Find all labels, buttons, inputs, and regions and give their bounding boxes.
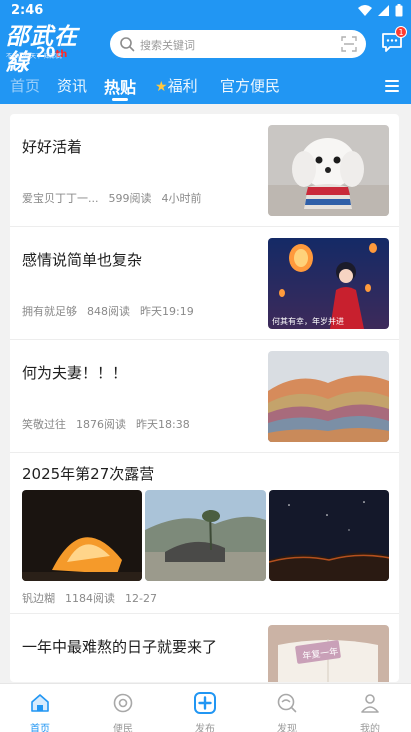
- post-author: 爱宝贝丁丁一...: [22, 192, 99, 205]
- post-image[interactable]: [22, 490, 143, 581]
- post-reads: 599阅读: [108, 192, 152, 205]
- post-author: 拥有就足够: [22, 305, 77, 318]
- scan-icon[interactable]: [341, 36, 357, 52]
- post-feed: 好好活着 爱宝贝丁丁一... 599阅读 4小时前 感情说简单也复杂 拥有就足够…: [10, 114, 399, 682]
- logo-slogan: 不出门知天下 知邵武: [6, 53, 62, 60]
- starry-night-photo: [268, 490, 389, 581]
- post-thumbnail[interactable]: [268, 125, 389, 216]
- post-meta: 笑敬过往 1876阅读 昨天18:38: [22, 416, 200, 432]
- menu-icon[interactable]: [385, 80, 399, 95]
- nav-service[interactable]: 便民: [103, 692, 143, 732]
- post-author: 钒边糊: [22, 592, 55, 605]
- nav-profile[interactable]: 我的: [350, 692, 390, 732]
- post-title: 感情说简单也复杂: [22, 251, 143, 269]
- post-image[interactable]: [145, 490, 266, 581]
- post-thumbnail[interactable]: 何其有幸，年岁并进: [268, 238, 389, 329]
- message-badge: 1: [395, 26, 407, 38]
- nav-home[interactable]: 首页: [20, 692, 60, 732]
- lantern-caption: 何其有幸，年岁并进: [272, 316, 344, 326]
- nav-discover-label: 发现: [277, 724, 297, 732]
- post-reads: 1184阅读: [65, 592, 115, 605]
- post-card[interactable]: 2025年第27次露营 钒边糊 1184阅读 12-27: [10, 453, 399, 614]
- post-title: 一年中最难熬的日子就要来了: [22, 638, 218, 656]
- discover-icon: [277, 693, 297, 713]
- status-icons: [358, 4, 403, 17]
- tab-welfare[interactable]: ★福利: [155, 75, 198, 96]
- battery-icon: [395, 4, 403, 17]
- home-icon: [31, 694, 49, 712]
- bottom-nav: 首页 便民 发布 发现 我的: [0, 683, 411, 732]
- publish-icon: [194, 692, 216, 714]
- post-time: 12-27: [125, 592, 157, 605]
- search-icon: [120, 37, 135, 52]
- nav-discover[interactable]: 发现: [267, 692, 307, 732]
- profile-icon: [361, 694, 379, 713]
- tab-active-indicator: [112, 98, 128, 101]
- post-meta: 拥有就足够 848阅读 昨天19:19: [22, 303, 204, 319]
- tab-official[interactable]: 官方便民: [220, 75, 280, 96]
- tent-night-photo: [22, 490, 143, 581]
- star-icon: ★: [155, 79, 168, 95]
- post-title: 2025年第27次露营: [22, 465, 155, 483]
- status-bar: 2:46: [0, 0, 411, 22]
- post-meta: 钒边糊 1184阅读 12-27: [22, 590, 167, 606]
- app-header: 2:46 邵武在線 20th 不出门知天下 知邵武 搜索关键词 1 首页 资讯 …: [0, 0, 411, 104]
- post-reads: 848阅读: [87, 305, 130, 318]
- post-card[interactable]: 何为夫妻！！！ 笑敬过往 1876阅读 昨天18:38: [10, 340, 399, 453]
- nav-publish[interactable]: 发布: [185, 692, 225, 732]
- post-image-row: [22, 490, 389, 581]
- post-title: 何为夫妻！！！: [22, 364, 128, 382]
- book-photo: 年复一年: [268, 625, 389, 682]
- nav-home-label: 首页: [30, 724, 50, 732]
- service-icon: [113, 693, 133, 713]
- tab-welfare-label: 福利: [167, 77, 198, 95]
- tab-hot[interactable]: 热贴: [104, 74, 136, 98]
- campsite-photo: [145, 490, 266, 581]
- wifi-icon: [358, 5, 372, 16]
- post-meta: 爱宝贝丁丁一... 599阅读 4小时前: [22, 190, 212, 206]
- post-time: 4小时前: [161, 192, 202, 205]
- app-logo: 邵武在線 20th 不出门知天下 知邵武: [6, 24, 98, 76]
- post-image[interactable]: [268, 490, 389, 581]
- rainbow-mountains-photo: [268, 351, 389, 442]
- nav-service-label: 便民: [113, 724, 133, 732]
- post-thumbnail[interactable]: [268, 351, 389, 442]
- post-time: 昨天19:19: [140, 305, 194, 318]
- search-placeholder: 搜索关键词: [140, 39, 195, 52]
- category-tabs: 首页 资讯 热贴 ★福利 官方便民: [0, 72, 411, 101]
- search-input[interactable]: 搜索关键词: [110, 30, 366, 58]
- post-title: 好好活着: [22, 138, 83, 156]
- post-card[interactable]: 感情说简单也复杂 拥有就足够 848阅读 昨天19:19 何其有幸，年岁并进: [10, 227, 399, 340]
- nav-profile-label: 我的: [360, 724, 380, 732]
- post-time: 昨天18:38: [136, 418, 190, 431]
- status-time: 2:46: [11, 3, 44, 18]
- nav-publish-label: 发布: [195, 724, 215, 732]
- post-reads: 1876阅读: [76, 418, 126, 431]
- post-card[interactable]: 一年中最难熬的日子就要来了 年复一年: [10, 614, 399, 682]
- lantern-illustration: 何其有幸，年岁并进: [268, 238, 389, 329]
- tab-news[interactable]: 资讯: [57, 75, 87, 96]
- post-card[interactable]: 好好活着 爱宝贝丁丁一... 599阅读 4小时前: [10, 114, 399, 227]
- messages-button[interactable]: 1: [380, 26, 407, 56]
- post-thumbnail[interactable]: 年复一年: [268, 625, 389, 682]
- tab-home[interactable]: 首页: [10, 75, 40, 96]
- signal-icon: [378, 5, 389, 16]
- post-author: 笑敬过往: [22, 418, 66, 431]
- dog-photo: [268, 125, 389, 216]
